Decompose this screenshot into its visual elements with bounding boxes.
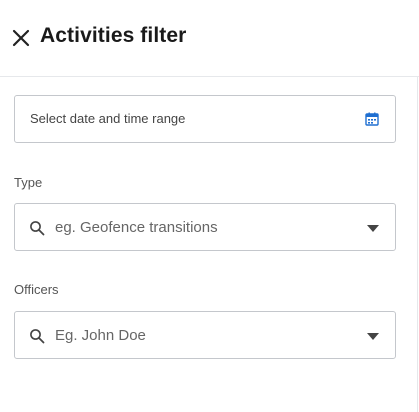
officers-label: Officers	[14, 282, 59, 297]
page-title: Activities filter	[40, 24, 187, 47]
type-label: Type	[14, 175, 43, 190]
officers-placeholder: Eg. John Doe	[55, 327, 146, 344]
date-range-placeholder: Select date and time range	[30, 111, 186, 126]
chevron-down-icon[interactable]	[367, 225, 379, 232]
close-button[interactable]	[10, 27, 32, 49]
chevron-down-icon[interactable]	[367, 333, 379, 340]
date-range-field[interactable]: Select date and time range	[14, 95, 396, 143]
calendar-icon[interactable]	[365, 112, 379, 126]
panel-edge-divider	[417, 77, 418, 412]
type-placeholder: eg. Geofence transitions	[55, 219, 218, 236]
officers-select[interactable]: Eg. John Doe	[14, 311, 396, 359]
search-icon	[30, 329, 45, 344]
type-select[interactable]: eg. Geofence transitions	[14, 203, 396, 251]
search-icon	[30, 221, 45, 236]
filter-header: Activities filter	[0, 0, 419, 77]
close-icon	[12, 29, 30, 47]
